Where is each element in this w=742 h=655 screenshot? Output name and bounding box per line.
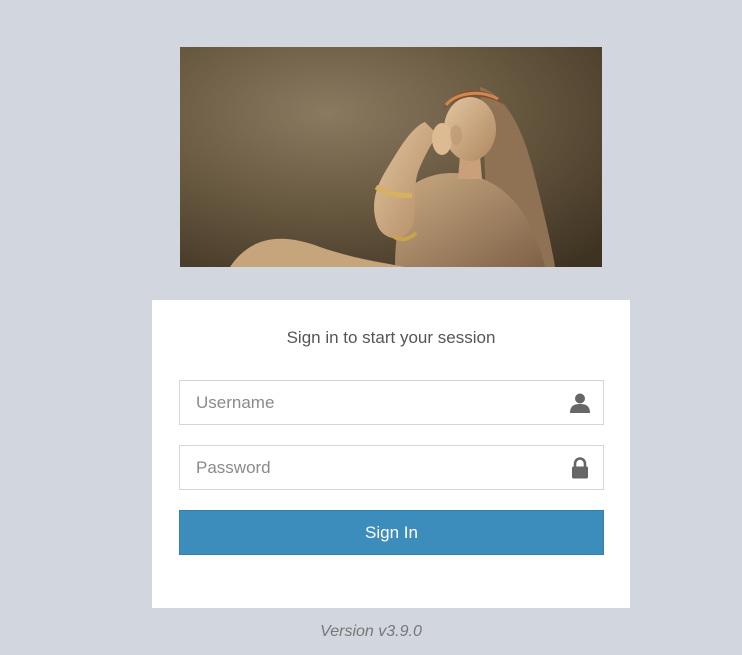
login-box-message: Sign in to start your session	[286, 328, 496, 347]
sign-in-button[interactable]: Sign In	[179, 510, 604, 555]
lock-icon	[569, 457, 591, 479]
username-input[interactable]	[180, 381, 556, 424]
login-box: Sign in to start your session Sign In	[152, 300, 630, 608]
statue-image	[180, 47, 602, 267]
password-field[interactable]	[179, 445, 604, 490]
password-input[interactable]	[180, 446, 556, 489]
username-field[interactable]	[179, 380, 604, 425]
user-icon	[569, 392, 591, 414]
version-text: Version v3.9.0	[320, 623, 422, 640]
logo-image	[180, 47, 602, 267]
